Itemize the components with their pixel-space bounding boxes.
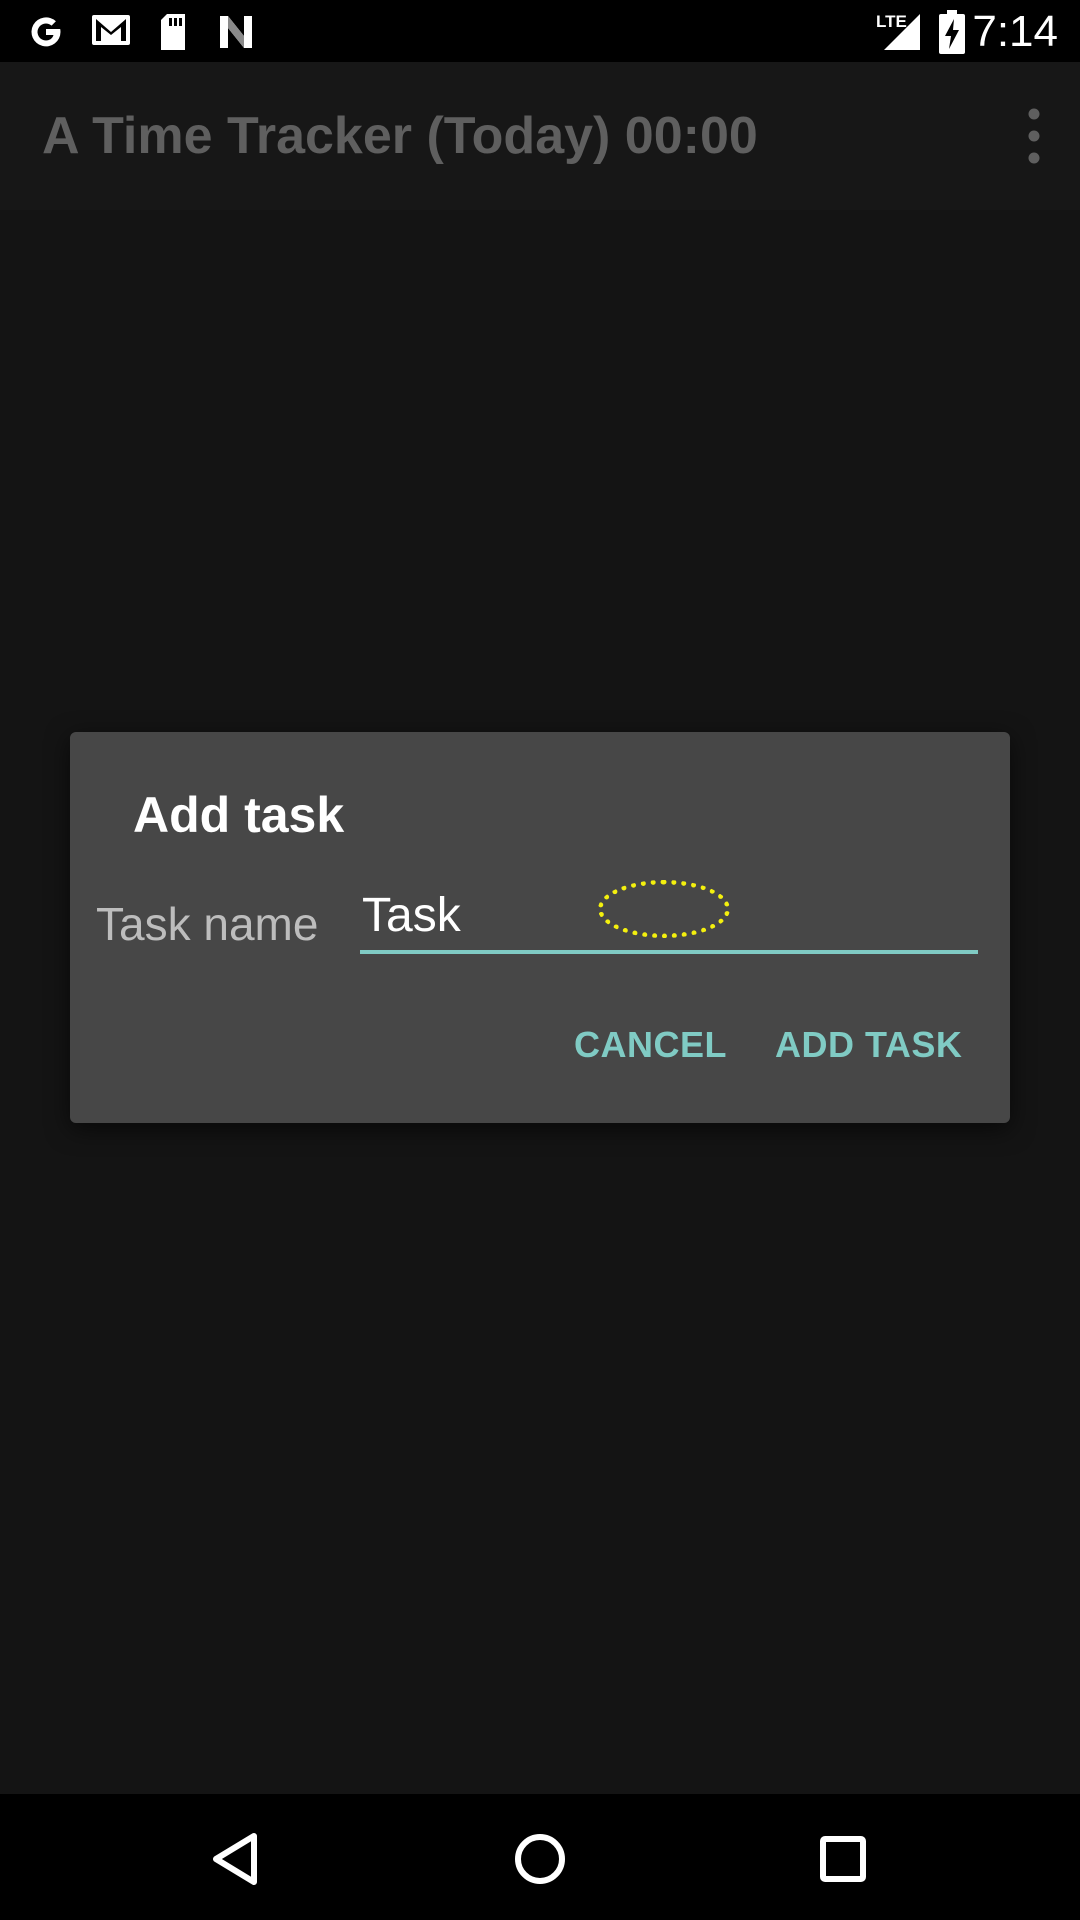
screen: LTE 7:14 A Time Tracker (Today) 00:00 Ad…: [0, 0, 1080, 1920]
sd-card-icon: [161, 14, 185, 50]
status-time: 7:14: [972, 7, 1058, 56]
recents-button[interactable]: [808, 1824, 878, 1894]
gmail-icon: [92, 15, 130, 45]
back-button[interactable]: [202, 1824, 272, 1894]
home-button[interactable]: [505, 1824, 575, 1894]
lte-signal-icon: [884, 14, 920, 50]
more-vert-icon: [1028, 108, 1040, 164]
home-icon: [515, 1834, 565, 1884]
back-icon: [213, 1833, 257, 1885]
status-bar: LTE 7:14: [0, 0, 1080, 62]
add-task-button[interactable]: ADD TASK: [775, 1024, 962, 1066]
app-bar: A Time Tracker (Today) 00:00: [0, 62, 1080, 210]
battery-charging-icon: [939, 10, 965, 54]
dialog-title: Add task: [133, 787, 345, 843]
google-icon: [31, 17, 61, 47]
app-title: A Time Tracker (Today) 00:00: [42, 107, 758, 165]
task-name-label: Task name: [96, 898, 319, 950]
recents-icon: [820, 1836, 866, 1882]
task-name-input[interactable]: [360, 880, 978, 954]
add-task-dialog: Add task Task name CANCEL ADD TASK: [70, 732, 1010, 1123]
navigation-bar: [0, 1794, 1080, 1920]
cancel-button[interactable]: CANCEL: [574, 1024, 727, 1066]
overflow-menu-button[interactable]: [1002, 100, 1066, 172]
n-app-icon: [220, 16, 252, 48]
